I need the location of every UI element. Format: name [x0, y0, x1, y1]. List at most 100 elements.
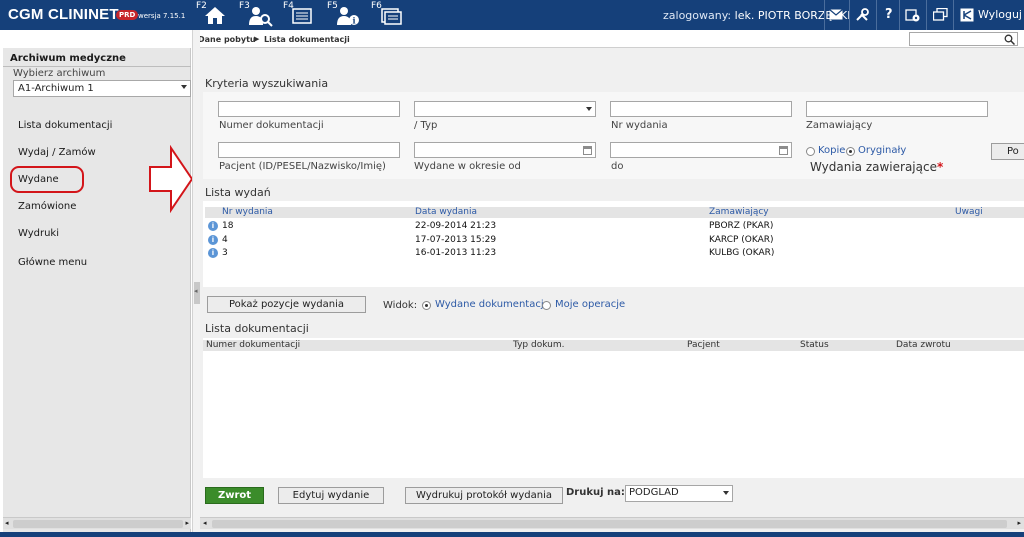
sidebar-item-lista-dokumentacji[interactable]: Lista dokumentacji: [18, 120, 112, 131]
doc-number-label: Numer dokumentacji: [219, 120, 324, 131]
chevron-down-icon: [181, 85, 187, 89]
copies-radio[interactable]: [806, 147, 815, 156]
scroll-right-icon[interactable]: ▸: [185, 519, 189, 527]
print-protocol-button[interactable]: Wydrukuj protokół wydania: [405, 487, 563, 504]
settings-icon[interactable]: [905, 7, 921, 23]
originals-radio[interactable]: [846, 147, 855, 156]
divider: [3, 66, 191, 67]
column-header[interactable]: Data wydania: [415, 207, 477, 217]
return-button[interactable]: Zwrot: [205, 487, 264, 504]
panel-splitter[interactable]: [192, 30, 200, 532]
issue-number-cell: 3: [222, 248, 228, 258]
documents-title: Lista dokumentacji: [205, 322, 309, 335]
edit-issue-button[interactable]: Edytuj wydanie: [278, 487, 384, 504]
f3-patient-search-button[interactable]: F3: [239, 0, 273, 30]
patient-search-icon: [249, 7, 273, 27]
logout-button[interactable]: Wyloguj: [978, 8, 1022, 21]
issue-date-cell: 16-01-2013 11:23: [415, 248, 497, 258]
highlight-circle: [10, 166, 84, 193]
f6-documents-button[interactable]: F6: [371, 0, 405, 30]
bottom-strip: [0, 532, 1024, 537]
scrollbar-thumb[interactable]: [212, 520, 1007, 528]
search-icon[interactable]: [1004, 34, 1015, 45]
required-mark: *: [936, 160, 944, 174]
view-label: Widok:: [383, 300, 418, 311]
sidebar-item-wydruki[interactable]: Wydruki: [18, 228, 59, 239]
view-my-operations-label[interactable]: Moje operacje: [555, 299, 625, 310]
originals-radio-label[interactable]: Oryginały: [858, 145, 906, 156]
print-to-select[interactable]: PODGLAD: [625, 485, 733, 502]
breadcrumb-current: Lista dokumentacji: [264, 35, 350, 44]
patient-input[interactable]: [218, 142, 400, 158]
column-header[interactable]: Typ dokum.: [513, 340, 564, 350]
column-header[interactable]: Uwagi: [955, 207, 983, 217]
sidebar-item-zamowione[interactable]: Zamówione: [18, 201, 76, 212]
column-header[interactable]: Numer dokumentacji: [206, 340, 300, 350]
orderer-cell: KULBG (OKAR): [709, 248, 775, 258]
orderer-cell: PBORZ (PKAR): [709, 221, 774, 231]
app-logo: CGM CLININET: [8, 6, 119, 23]
orderer-input[interactable]: [806, 101, 988, 117]
version-label: wersja 7.15.1: [138, 12, 186, 20]
mail-icon[interactable]: [829, 9, 843, 20]
issued-from-label: Wydane w okresie od: [414, 161, 521, 172]
containing-label-text: Wydania zawierające: [810, 160, 937, 174]
svg-text:i: i: [353, 16, 356, 26]
scrollbar-thumb[interactable]: [13, 520, 183, 528]
column-header[interactable]: Zamawiający: [709, 207, 769, 217]
f2-home-button[interactable]: F2: [196, 0, 230, 30]
patient-info-icon: i: [337, 7, 359, 26]
column-header[interactable]: Nr wydania: [222, 207, 273, 217]
view-my-operations-radio[interactable]: [542, 301, 551, 310]
documents-icon: [381, 8, 402, 25]
search-button[interactable]: Po: [991, 143, 1024, 160]
top-bar: CGM CLININET PRD wersja 7.15.1 F2 F3 F4 …: [0, 0, 1024, 30]
issue-date-cell: 17-07-2013 15:29: [415, 235, 497, 245]
column-header[interactable]: Data zwrotu: [896, 340, 951, 350]
view-issued-radio[interactable]: [422, 301, 431, 310]
divider: [953, 0, 954, 30]
sidebar-item-wydaj-zamow[interactable]: Wydaj / Zamów: [18, 147, 96, 158]
scroll-right-icon[interactable]: ▸: [1017, 519, 1021, 527]
chevron-left-icon: ◂: [194, 287, 198, 295]
documents-panel: [203, 338, 1024, 478]
info-icon[interactable]: i: [208, 221, 218, 231]
home-icon: [205, 7, 225, 24]
archive-select[interactable]: A1-Archiwum 1: [13, 80, 191, 97]
column-header[interactable]: Pacjent: [687, 340, 720, 350]
f5-patient-info-button[interactable]: F5 i: [327, 0, 361, 30]
view-issued-label[interactable]: Wydane dokumentacje: [435, 299, 550, 310]
type-select[interactable]: [414, 101, 596, 117]
doc-number-input[interactable]: [218, 101, 400, 117]
divider: [876, 0, 877, 30]
help-button[interactable]: ?: [885, 7, 893, 22]
tools-icon[interactable]: [855, 8, 869, 22]
documents-table-header: Numer dokumentacji Typ dokum. Pacjent St…: [203, 340, 1024, 351]
show-positions-button[interactable]: Pokaż pozycje wydania: [207, 296, 366, 313]
sidebar-scrollbar[interactable]: ◂ ▸: [3, 517, 191, 529]
breadcrumb-item[interactable]: Dane pobytu: [198, 35, 256, 44]
main-scrollbar[interactable]: ◂ ▸: [200, 517, 1024, 529]
chevron-down-icon: [723, 491, 729, 495]
chevron-down-icon: [586, 107, 592, 111]
calendar-icon[interactable]: [779, 146, 788, 155]
copies-radio-label[interactable]: Kopie: [818, 145, 845, 156]
login-label: zalogowany:: [663, 9, 732, 22]
issue-number-cell: 18: [222, 221, 234, 231]
logout-icon[interactable]: [960, 8, 974, 22]
issued-from-input[interactable]: [414, 142, 596, 158]
windows-icon[interactable]: [933, 8, 948, 21]
info-icon[interactable]: i: [208, 235, 218, 245]
search-input[interactable]: [909, 32, 1018, 46]
info-icon[interactable]: i: [208, 248, 218, 258]
issued-to-input[interactable]: [610, 142, 792, 158]
column-header[interactable]: Status: [800, 340, 829, 350]
calendar-icon[interactable]: [583, 146, 592, 155]
issue-number-input[interactable]: [610, 101, 792, 117]
f4-list-button[interactable]: F4: [283, 0, 317, 30]
archive-select-value: A1-Archiwum 1: [18, 83, 94, 94]
annotation-arrow-icon: [149, 145, 194, 213]
scroll-left-icon[interactable]: ◂: [203, 519, 207, 527]
sidebar-item-glowne-menu[interactable]: Główne menu: [18, 257, 87, 268]
scroll-left-icon[interactable]: ◂: [5, 519, 9, 527]
